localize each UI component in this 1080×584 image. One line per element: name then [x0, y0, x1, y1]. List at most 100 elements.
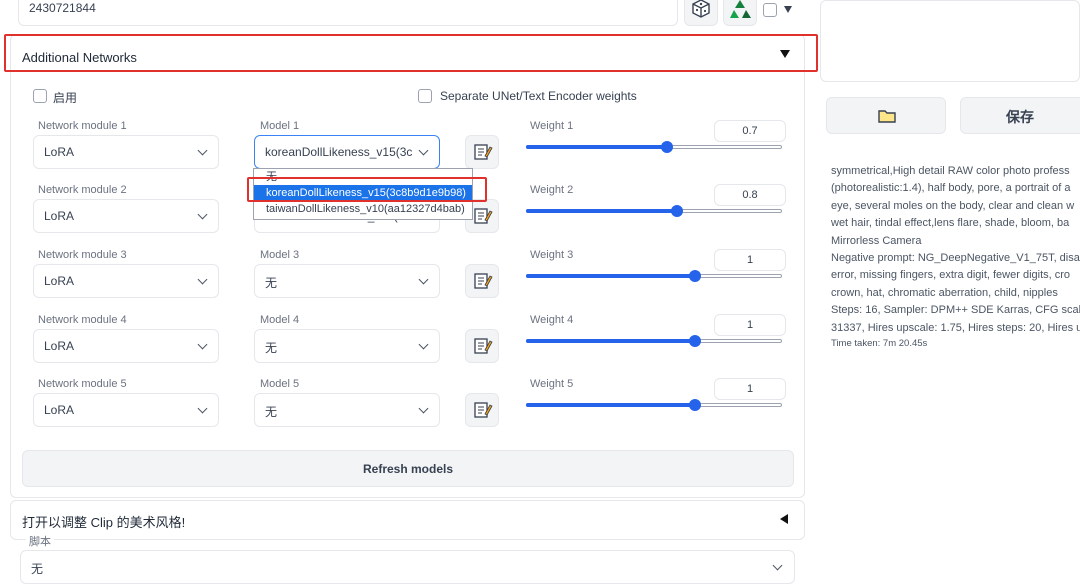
model-select[interactable]: koreanDollLikeness_v15(3c	[254, 135, 440, 169]
chevron-down-icon	[197, 403, 208, 414]
network-module-select[interactable]: LoRA	[33, 329, 219, 363]
extra-seed-checkbox[interactable]	[763, 3, 777, 17]
generation-info-line: Mirrorless Camera	[831, 234, 922, 247]
script-label: 脚本	[26, 533, 54, 549]
folder-icon	[878, 110, 896, 123]
annotation-highlight-box	[247, 177, 487, 202]
weight-label: Weight 5	[530, 378, 574, 390]
edit-model-button[interactable]	[465, 393, 499, 427]
network-module-label: Network module 4	[38, 314, 127, 326]
network-module-value: LoRA	[44, 145, 75, 159]
network-module-value: LoRA	[44, 209, 75, 223]
chevron-down-icon	[772, 560, 783, 571]
open-folder-button[interactable]	[826, 97, 946, 134]
generation-info-line: eye, several moles on the body, clear an…	[831, 199, 1075, 212]
weight-number-input[interactable]: 1	[714, 249, 786, 271]
caret-down-icon[interactable]	[784, 6, 792, 13]
weight-slider-thumb[interactable]	[661, 141, 673, 153]
chevron-down-icon	[197, 274, 208, 285]
network-module-select[interactable]: LoRA	[33, 135, 219, 169]
weight-slider-thumb[interactable]	[671, 205, 683, 217]
chevron-down-icon	[418, 274, 429, 285]
chevron-down-icon	[418, 145, 429, 156]
model-select[interactable]: 无	[254, 329, 440, 363]
generation-info-line: symmetrical,High detail RAW color photo …	[831, 165, 1070, 177]
edit-icon	[474, 338, 493, 354]
additional-networks-title: Additional Networks	[22, 50, 137, 65]
expand-triangle-icon[interactable]	[780, 514, 788, 524]
generation-info-line: 31337, Hires upscale: 1.75, Hires steps:…	[831, 321, 1080, 334]
model-label: Model 4	[260, 314, 300, 326]
weight-slider-fill	[526, 274, 695, 278]
generation-info-line: wet hair, tindal effect,lens flare, shad…	[831, 217, 1070, 230]
reuse-seed-button[interactable]	[723, 0, 757, 26]
model-value: 无	[265, 405, 278, 419]
clip-style-title: 打开以调整 Clip 的美术风格!	[22, 515, 186, 530]
weight-number-input[interactable]: 1	[714, 378, 786, 400]
time-taken: Time taken: 7m 20.45s	[831, 338, 928, 350]
enable-label: 启用	[53, 91, 78, 105]
network-module-value: LoRA	[44, 339, 75, 353]
edit-model-button[interactable]	[465, 135, 499, 169]
seed-input[interactable]: 2430721844	[18, 0, 678, 26]
dropdown-option-taiwan[interactable]: taiwanDollLikeness_v10(aa12327d4bab)	[254, 201, 472, 217]
enable-checkbox[interactable]	[33, 89, 47, 103]
output-gallery	[820, 0, 1080, 82]
network-module-value: LoRA	[44, 403, 75, 417]
generation-info: symmetrical,High detail RAW color photo …	[831, 163, 1080, 351]
model-select[interactable]: 无	[254, 393, 440, 427]
weight-number-input[interactable]: 1	[714, 314, 786, 336]
chevron-down-icon	[418, 403, 429, 414]
network-module-label: Network module 1	[38, 120, 127, 132]
weight-slider-fill	[526, 145, 667, 149]
weight-slider-thumb[interactable]	[689, 399, 701, 411]
weight-label: Weight 1	[530, 120, 574, 132]
generation-info-line: crown, hat, chromatic aberration, child,…	[831, 286, 1058, 299]
generation-info-line: Steps: 16, Sampler: DPM++ SDE Karras, CF…	[831, 304, 1080, 317]
weight-slider-fill	[526, 403, 695, 407]
chevron-down-icon	[197, 145, 208, 156]
collapse-triangle-icon[interactable]	[780, 50, 790, 58]
save-button[interactable]: 保存	[960, 97, 1080, 134]
model-label: Model 1	[260, 120, 300, 132]
chevron-down-icon	[418, 339, 429, 350]
save-label: 保存	[1006, 109, 1034, 125]
network-module-label: Network module 2	[38, 184, 127, 196]
weight-number-input[interactable]: 0.8	[714, 184, 786, 206]
separate-weights-label: Separate UNet/Text Encoder weights	[440, 89, 637, 103]
edit-icon	[474, 273, 493, 289]
weight-slider-fill	[526, 209, 677, 213]
weight-slider-thumb[interactable]	[689, 270, 701, 282]
network-module-value: LoRA	[44, 274, 75, 288]
dice-icon	[692, 0, 710, 18]
network-module-label: Network module 5	[38, 378, 127, 390]
separate-weights-checkbox[interactable]	[418, 89, 432, 103]
weight-slider-fill	[526, 339, 695, 343]
weight-label: Weight 3	[530, 249, 574, 261]
edit-icon	[474, 144, 493, 160]
generation-info-line: (photorealistic:1.4), half body, pore, a…	[831, 182, 1071, 195]
network-module-select[interactable]: LoRA	[33, 264, 219, 298]
model-label: Model 3	[260, 249, 300, 261]
chevron-down-icon	[197, 209, 208, 220]
edit-icon	[474, 402, 493, 418]
random-seed-button[interactable]	[684, 0, 718, 26]
recycle-icon	[730, 0, 751, 18]
model-value: 无	[265, 276, 278, 290]
edit-model-button[interactable]	[465, 329, 499, 363]
refresh-models-button[interactable]: Refresh models	[22, 450, 794, 487]
model-select[interactable]: 无	[254, 264, 440, 298]
network-module-select[interactable]: LoRA	[33, 199, 219, 233]
script-value: 无	[31, 562, 44, 576]
network-module-select[interactable]: LoRA	[33, 393, 219, 427]
weight-label: Weight 4	[530, 314, 574, 326]
edit-model-button[interactable]	[465, 264, 499, 298]
script-select[interactable]: 无	[20, 550, 795, 584]
network-module-label: Network module 3	[38, 249, 127, 261]
weight-slider-thumb[interactable]	[689, 335, 701, 347]
model-value: koreanDollLikeness_v15(3c	[265, 145, 413, 159]
weight-label: Weight 2	[530, 184, 574, 196]
chevron-down-icon	[197, 339, 208, 350]
weight-number-input[interactable]: 0.7	[714, 120, 786, 142]
generation-info-line: Negative prompt: NG_DeepNegative_V1_75T,…	[831, 252, 1080, 265]
